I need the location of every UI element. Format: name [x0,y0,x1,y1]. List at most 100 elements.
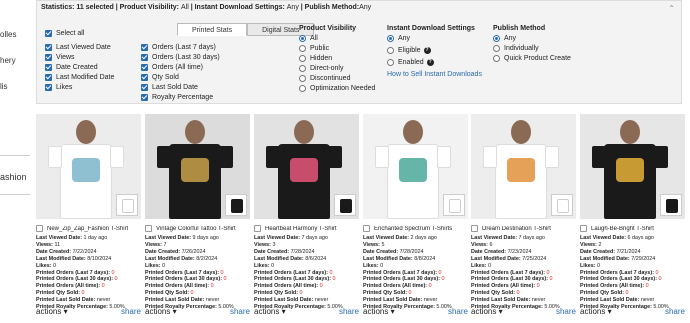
product-card[interactable]: New_Zip_Zap_Fashion T-Shirt Last Viewed D… [36,114,141,323]
product-select-checkbox[interactable] [471,225,478,232]
stat-value: 0 [210,283,214,290]
stat-label: Date Created: [36,248,73,255]
product-thumbnail[interactable] [660,194,682,216]
stat-checkbox-label: Qty Sold [152,74,179,81]
statistics-header[interactable]: Statistics: 11 selected | Product Visibi… [41,4,371,11]
chevron-up-icon[interactable]: ⌃ [668,4,675,13]
download-radio-enabled[interactable]: Enabled? [387,58,434,67]
stat-checkbox[interactable]: Orders (All time) [141,63,203,72]
actions-dropdown[interactable]: actions ▾ [36,307,68,316]
visibility-radio-optimization[interactable]: Optimization Needed [299,84,375,93]
stat-label: Last Modified Date: [145,255,197,262]
stat-checkbox[interactable]: Likes [45,83,72,92]
share-link[interactable]: share [448,307,468,316]
help-icon[interactable]: ? [423,47,431,54]
publish-radio-any[interactable]: Any [493,34,516,43]
product-select-checkbox[interactable] [36,225,43,232]
stat-checkbox-label: Orders (Last 30 days) [152,54,220,61]
stat-line-last-sold: Printed Last Sold Date: never [580,297,685,304]
stat-label: Views: [471,241,490,248]
stat-checkbox[interactable]: Date Created [45,63,98,72]
actions-dropdown[interactable]: actions ▾ [580,307,612,316]
stat-checkbox-label: Last Sold Date [152,84,198,91]
visibility-radio-all[interactable]: All [299,34,318,43]
stat-checkbox[interactable]: Orders (Last 7 days) [141,43,216,52]
product-thumbnail[interactable] [225,194,247,216]
left-nav-item[interactable]: lis [0,82,8,91]
product-select-checkbox[interactable] [254,225,261,232]
how-to-sell-link[interactable]: How to Sell Instant Downloads [387,71,482,78]
stat-checkbox[interactable]: Last Modified Date [45,73,114,82]
publish-radio-quick-create[interactable]: Quick Product Create [493,54,571,63]
stat-label: Last Viewed Date: [254,235,302,241]
share-link[interactable]: share [339,307,359,316]
stat-value: 0 [655,269,659,276]
stat-checkbox[interactable]: Views [45,53,75,62]
share-link[interactable]: share [121,307,141,316]
product-card[interactable]: Heartbeat Harmony T-Shirt Last Viewed Dat… [254,114,359,323]
help-icon[interactable]: ? [426,59,434,66]
visibility-radio-public[interactable]: Public [299,44,329,53]
actions-dropdown[interactable]: actions ▾ [363,307,395,316]
product-card[interactable]: Dream Destination T-Shirt Last Viewed Dat… [471,114,576,323]
product-thumbnail[interactable] [116,194,138,216]
download-radio-any[interactable]: Any [387,34,410,43]
product-image[interactable] [471,114,576,219]
product-title[interactable]: Heartbeat Harmony T-Shirt [265,226,337,232]
tshirt-graphic [399,158,427,182]
stat-line-qty: Printed Qty Sold: 0 [36,290,141,297]
stat-checkbox[interactable]: Last Viewed Date [45,43,111,52]
visibility-radio-direct-only[interactable]: Direct-only [299,64,343,73]
tab-printed-stats[interactable]: Printed Stats [177,23,248,36]
product-title[interactable]: Vintage Colorful Tattoo T-Shirt [156,226,236,232]
product-card[interactable]: Enchanted Spectrum T-Shirts Last Viewed D… [363,114,468,323]
stat-line-last-sold: Printed Last Sold Date: never [145,297,250,304]
product-title-row: New_Zip_Zap_Fashion T-Shirt [36,224,141,233]
radio-icon [299,85,306,92]
product-title-row: Enchanted Spectrum T-Shirts [363,224,468,233]
visibility-radio-discontinued[interactable]: Discontinued [299,74,350,83]
product-card[interactable]: Vintage Colorful Tattoo T-Shirt Last View… [145,114,250,323]
product-title[interactable]: New_Zip_Zap_Fashion T-Shirt [47,226,128,232]
product-title[interactable]: Laugh-Be-Bright T-Shirt [591,226,654,232]
product-image[interactable] [36,114,141,219]
stat-checkbox[interactable]: Qty Sold [141,73,179,82]
product-image[interactable] [145,114,250,219]
tshirt-icon [666,199,678,213]
share-link[interactable]: share [556,307,576,316]
stat-label: Last Modified Date: [471,255,523,262]
download-radio-eligible[interactable]: Eligible? [387,46,431,55]
actions-dropdown[interactable]: actions ▾ [254,307,286,316]
stat-checkbox[interactable]: Orders (Last 30 days) [141,53,220,62]
product-title[interactable]: Enchanted Spectrum T-Shirts [374,226,452,232]
product-select-checkbox[interactable] [580,225,587,232]
product-image[interactable] [363,114,468,219]
stat-label: Date Created: [145,248,182,255]
tshirt-sleeve [654,146,668,168]
product-image[interactable] [254,114,359,219]
stat-line-created: Date Created: 7/26/2024 [145,249,250,256]
share-link[interactable]: share [230,307,250,316]
visibility-radio-hidden[interactable]: Hidden [299,54,332,63]
left-nav-item[interactable]: olles [0,30,16,39]
product-thumbnail[interactable] [551,194,573,216]
stat-label: Printed Orders (All time): [580,283,646,290]
share-link[interactable]: share [665,307,685,316]
publish-radio-individually[interactable]: Individually [493,44,539,53]
left-nav-divider [0,155,30,156]
left-nav-item[interactable]: ashion [0,172,27,182]
select-all-checkbox[interactable]: Select all [45,29,84,38]
actions-dropdown[interactable]: actions ▾ [471,307,503,316]
product-thumbnail[interactable] [334,194,356,216]
stat-checkbox[interactable]: Last Sold Date [141,83,198,92]
product-title[interactable]: Dream Destination T-Shirt [482,226,551,232]
product-select-checkbox[interactable] [145,225,152,232]
product-select-checkbox[interactable] [363,225,370,232]
product-card[interactable]: Laugh-Be-Bright T-Shirt Last Viewed Date:… [580,114,685,323]
stat-checkbox[interactable]: Royalty Percentage [141,93,213,102]
left-nav-item[interactable]: hery [0,56,16,65]
actions-dropdown[interactable]: actions ▾ [145,307,177,316]
product-image[interactable] [580,114,685,219]
stat-label: Printed Orders (Last 7 days): [471,269,547,276]
product-thumbnail[interactable] [443,194,465,216]
